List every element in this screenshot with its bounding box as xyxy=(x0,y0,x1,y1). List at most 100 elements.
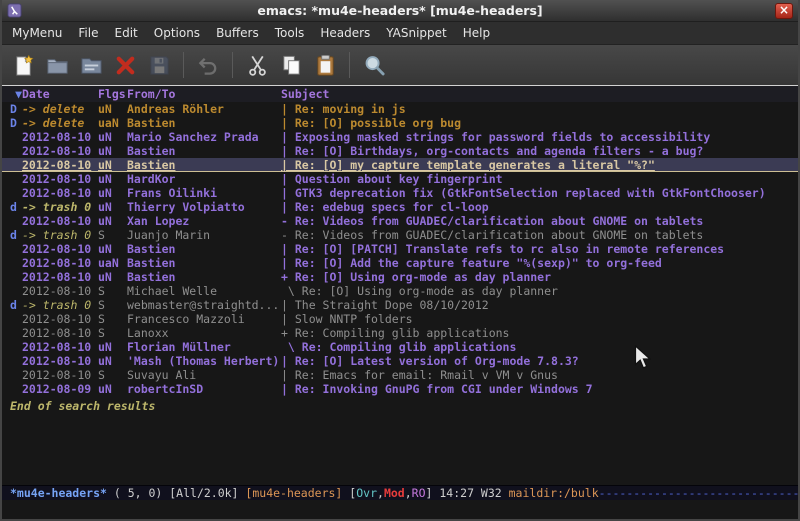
emacs-window: emacs: *mu4e-headers* [mu4e-headers] × M… xyxy=(0,0,800,521)
message-mark-prefix xyxy=(2,158,22,172)
message-from: webmaster@straightd... xyxy=(127,298,281,312)
message-row[interactable]: d-> trash 0SJuanjo Marin- Re: Videos fro… xyxy=(2,228,798,242)
message-date: 2012-08-10 xyxy=(22,186,98,200)
menu-item-buffers[interactable]: Buffers xyxy=(208,22,267,44)
message-date: 2012-08-10 xyxy=(22,158,98,172)
search-icon-glyph xyxy=(363,54,386,77)
message-subject: + Re: [O] Using org-mode as day planner xyxy=(281,270,798,284)
toolbar-separator xyxy=(349,52,350,78)
message-row[interactable]: 2012-08-10uNXan Lopez- Re: Videos from G… xyxy=(2,214,798,228)
modeline-segment: [All/2.0k] xyxy=(169,486,245,500)
message-subject: - Re: Videos from GUADEC/clarification a… xyxy=(281,228,798,242)
message-flags: uN xyxy=(98,102,127,116)
message-row[interactable]: 2012-08-10SSuvayu Ali| Re: Emacs for ema… xyxy=(2,368,798,382)
message-row[interactable]: d-> trash 0Swebmaster@straightd...| The … xyxy=(2,298,798,312)
headers-header-line: ▼ Date Flgs From/To Subject xyxy=(2,86,798,102)
paste-icon[interactable] xyxy=(308,49,342,81)
message-from: Xan Lopez xyxy=(127,214,281,228)
message-row[interactable]: 2012-08-10uNBastien+ Re: [O] Using org-m… xyxy=(2,270,798,284)
menu-item-headers[interactable]: Headers xyxy=(312,22,378,44)
message-row[interactable]: 2012-08-10uN'Mash (Thomas Herbert)| Re: … xyxy=(2,354,798,368)
kill-buffer-icon[interactable] xyxy=(108,49,142,81)
message-row[interactable]: 2012-08-10uNBastien| Re: [O] Birthdays, … xyxy=(2,144,798,158)
menu-item-edit[interactable]: Edit xyxy=(107,22,146,44)
message-date: 2012-08-10 xyxy=(22,326,98,340)
window-title: emacs: *mu4e-headers* [mu4e-headers] xyxy=(2,3,798,18)
menu-item-tools[interactable]: Tools xyxy=(267,22,313,44)
message-row[interactable]: 2012-08-10uNBastien| Re: [O] [PATCH] Tra… xyxy=(2,242,798,256)
message-mark-prefix xyxy=(2,270,22,284)
header-col-subject[interactable]: Subject xyxy=(281,86,798,102)
header-col-flags[interactable]: Flgs xyxy=(98,86,127,102)
copy-icon[interactable] xyxy=(274,49,308,81)
message-date: 2012-08-10 xyxy=(22,172,98,186)
menu-item-options[interactable]: Options xyxy=(146,22,208,44)
message-from: Lanoxx xyxy=(127,326,281,340)
menu-item-file[interactable]: File xyxy=(70,22,106,44)
mode-line[interactable]: *mu4e-headers* ( 5, 0) [All/2.0k] [mu4e-… xyxy=(2,485,798,500)
search-icon[interactable] xyxy=(357,49,391,81)
message-flags: S xyxy=(98,284,127,298)
header-col-from[interactable]: From/To xyxy=(127,86,281,102)
kill-buffer-icon-glyph xyxy=(114,54,137,77)
message-row[interactable]: 2012-08-09uNrobertcInSD| Re: Invoking Gn… xyxy=(2,382,798,396)
echo-area[interactable] xyxy=(2,500,798,518)
message-row[interactable]: 2012-08-10uNBastien| Re: [O] my capture … xyxy=(2,158,798,172)
message-date: 2012-08-10 xyxy=(22,256,98,270)
message-subject: | GTK3 deprecation fix (GtkFontSelection… xyxy=(281,186,798,200)
message-from: Thierry Volpiatto xyxy=(127,200,281,214)
message-flags: uN xyxy=(98,200,127,214)
modeline-segment: Mod xyxy=(384,486,405,500)
modeline-segment: Ovr xyxy=(356,486,377,500)
message-mark-prefix: d xyxy=(2,298,22,312)
modeline-segment: 14:27 W32 xyxy=(439,486,508,500)
message-row[interactable]: 2012-08-10uNHardKor| Question about key … xyxy=(2,172,798,186)
message-flags: S xyxy=(98,368,127,382)
menu-item-mymenu[interactable]: MyMenu xyxy=(4,22,70,44)
message-row[interactable]: 2012-08-10SMichael Welle \ Re: [O] Using… xyxy=(2,284,798,298)
message-mark-prefix xyxy=(2,172,22,186)
message-mark-prefix: d xyxy=(2,200,22,214)
message-row[interactable]: D-> deleteuNAndreas Röhler| Re: moving i… xyxy=(2,102,798,116)
message-from: Bastien xyxy=(127,270,281,284)
message-row[interactable]: 2012-08-10SFrancesco Mazzoli| Slow NNTP … xyxy=(2,312,798,326)
message-flags: S xyxy=(98,228,127,242)
message-subject: \ Re: Compiling glib applications xyxy=(281,340,798,354)
message-from: Frans Oilinki xyxy=(127,186,281,200)
message-mark-prefix xyxy=(2,368,22,382)
open-file-icon[interactable] xyxy=(40,49,74,81)
save-icon xyxy=(142,49,176,81)
message-flags: uN xyxy=(98,242,127,256)
window-close-button[interactable]: × xyxy=(775,3,793,19)
title-bar[interactable]: emacs: *mu4e-headers* [mu4e-headers] × xyxy=(2,0,798,22)
message-subject: | Re: [O] Latest version of Org-mode 7.8… xyxy=(281,354,798,368)
message-row[interactable]: D-> deleteuaNBastien| Re: [O] possible o… xyxy=(2,116,798,130)
message-date: 2012-08-10 xyxy=(22,144,98,158)
message-subject: | Re: edebug specs for cl-loop xyxy=(281,200,798,214)
header-col-date[interactable]: Date xyxy=(22,86,98,102)
message-flags: uN xyxy=(98,340,127,354)
message-mark-prefix xyxy=(2,186,22,200)
menu-item-help[interactable]: Help xyxy=(455,22,498,44)
message-flags: uN xyxy=(98,172,127,186)
message-date: 2012-08-10 xyxy=(22,354,98,368)
message-row[interactable]: 2012-08-10uNFlorian Müllner \ Re: Compil… xyxy=(2,340,798,354)
toolbar-separator xyxy=(183,52,184,78)
headers-buffer: ▼ Date Flgs From/To Subject D-> deleteuN… xyxy=(2,85,798,485)
message-subject: | The Straight Dope 08/10/2012 xyxy=(281,298,798,312)
new-file-icon[interactable] xyxy=(6,49,40,81)
message-row[interactable]: d-> trash 0uNThierry Volpiatto| Re: edeb… xyxy=(2,200,798,214)
cut-icon[interactable] xyxy=(240,49,274,81)
message-mark-prefix xyxy=(2,144,22,158)
message-row[interactable]: 2012-08-10SLanoxx+ Re: Compiling glib ap… xyxy=(2,326,798,340)
menu-item-yasnippet[interactable]: YASnippet xyxy=(378,22,455,44)
message-row[interactable]: 2012-08-10uNMario Sanchez Prada| Exposin… xyxy=(2,130,798,144)
dired-icon[interactable] xyxy=(74,49,108,81)
message-row[interactable]: 2012-08-10uNFrans Oilinki| GTK3 deprecat… xyxy=(2,186,798,200)
message-date: -> delete xyxy=(22,116,98,130)
message-row[interactable]: 2012-08-10uaNBastien| Re: [O] Add the ca… xyxy=(2,256,798,270)
message-from: Mario Sanchez Prada xyxy=(127,130,281,144)
message-date: 2012-08-10 xyxy=(22,270,98,284)
message-subject: | Re: [O] Add the capture feature "%(sex… xyxy=(281,256,798,270)
message-from: 'Mash (Thomas Herbert) xyxy=(127,354,281,368)
